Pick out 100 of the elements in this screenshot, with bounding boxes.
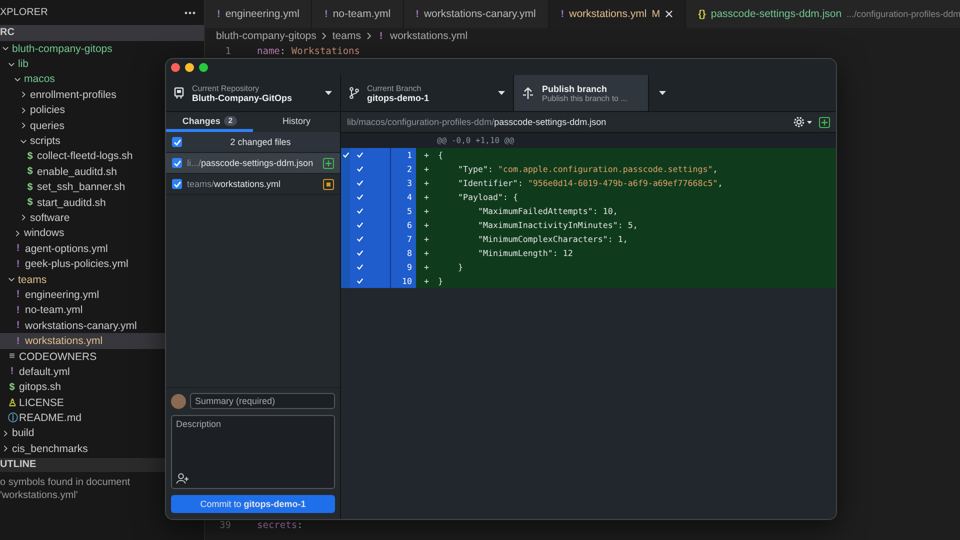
file-type-icon: ! [14, 304, 22, 316]
code-line: "Type": "com.apple.configuration.passcode.settings", [456, 163, 718, 176]
file-type-icon: $ [26, 166, 34, 178]
tree-item[interactable]: teams [0, 272, 204, 288]
tree-label: workstations-canary.yml [25, 320, 137, 332]
checkbox[interactable] [172, 179, 182, 189]
changed-file-item[interactable]: li.../passcode-settings-ddm.json [166, 153, 340, 174]
file-type-icon: ♙ [8, 396, 16, 409]
file-type-icon: $ [26, 197, 34, 208]
tree-label: scripts [30, 135, 60, 148]
line-number: 1 [390, 148, 416, 162]
breadcrumb-item[interactable]: bluth-company-gitops [216, 30, 316, 42]
editor-tab[interactable]: ! engineering.yml [205, 0, 312, 28]
file-type-icon: ! [14, 258, 22, 270]
tree-label: LICENSE [19, 396, 64, 409]
chevron-icon [2, 45, 9, 52]
file-type-icon: $ [26, 182, 34, 193]
chevron-icon [20, 122, 27, 130]
file-type-icon: ! [14, 289, 22, 300]
line-number: 7 [390, 232, 416, 246]
section-header[interactable]: RC [0, 25, 204, 41]
line-number: 5 [390, 204, 416, 218]
close-icon[interactable] [665, 10, 674, 18]
plus-square-icon [323, 158, 334, 168]
editor-tab[interactable]: ! workstations-canary.yml [404, 0, 549, 28]
diff-sign: + [423, 149, 430, 162]
code-line: secrets: [257, 520, 303, 530]
line-number: 3 [390, 176, 416, 190]
line-number: 9 [390, 260, 416, 274]
editor-tab[interactable]: {} passcode-settings-ddm.json .../configuration-profiles-ddm [686, 0, 960, 28]
close-window-button[interactable] [171, 62, 180, 72]
commit-button[interactable]: Commit to gitops-demo-1 [171, 495, 335, 513]
line-number: 1 [224, 46, 231, 56]
tree-item[interactable]: lib [0, 56, 204, 72]
chevron-icon [2, 445, 9, 452]
tree-item[interactable]: scripts [0, 133, 204, 149]
caret-icon [325, 91, 332, 95]
add-person-icon[interactable] [176, 473, 189, 484]
tree-item[interactable]: bluth-company-gitops [0, 41, 204, 56]
diff-sign: + [423, 247, 430, 260]
repository-icon [174, 87, 184, 99]
line-check-icon[interactable] [350, 148, 390, 162]
line-number: 2 [390, 162, 416, 176]
line-number: 39 [218, 520, 231, 530]
caret-icon [498, 91, 505, 95]
zoom-window-button[interactable] [199, 62, 208, 72]
code-line: "MaximumFailedAttempts": 10, [476, 205, 618, 218]
tree-label: CODEOWNERS [19, 350, 97, 362]
panel-tab[interactable]: History [253, 112, 340, 132]
hunk-check-icon[interactable] [342, 151, 350, 159]
tree-item[interactable]: software [0, 210, 204, 226]
tree-label: agent-options.yml [25, 242, 108, 255]
chevron-icon [8, 276, 15, 284]
checkbox[interactable] [172, 158, 182, 168]
publish-button[interactable]: Publish branch Publish this branch to ... [514, 75, 649, 111]
tree-item[interactable]: windows [0, 226, 204, 242]
chevron-icon [20, 91, 27, 98]
settings-icon[interactable] [793, 116, 813, 128]
file-type-icon: ! [14, 243, 22, 254]
selection-gutter[interactable] [341, 148, 350, 162]
more-icon[interactable] [184, 10, 196, 14]
tree-label: teams [18, 274, 47, 286]
diff-sign: + [423, 205, 430, 218]
editor-tab[interactable]: ! workstations.yml M [548, 0, 686, 28]
file-path: lib/macos/configuration-profiles-ddm/passcode-settings-ddm.json [347, 117, 608, 127]
code-line: "MinimumLength": 12 [476, 247, 573, 260]
file-type-icon: $ [8, 382, 16, 393]
tree-label: build [12, 427, 34, 440]
tree-label: enable_auditd.sh [37, 166, 117, 178]
line-number: 4 [390, 190, 416, 204]
breadcrumb-item[interactable]: teams [332, 30, 361, 42]
summary-field[interactable]: Summary (required) [190, 393, 335, 409]
diff-sign: + [423, 163, 430, 176]
file-type-icon: ⓘ [8, 411, 16, 426]
line-check-icon[interactable] [350, 274, 390, 288]
tree-label: bluth-company-gitops [12, 42, 112, 55]
branch-icon [349, 87, 359, 99]
tree-label: software [30, 212, 70, 224]
tree-label: geek-plus-policies.yml [25, 258, 128, 270]
code-line: "Payload": { [456, 191, 518, 204]
minimize-window-button[interactable] [185, 62, 194, 72]
editor-tab[interactable]: ! no-team.yml [312, 0, 404, 28]
changed-file-item[interactable]: teams/workstations.yml [166, 174, 340, 195]
add-file-icon[interactable] [819, 116, 830, 128]
breadcrumb-item[interactable]: workstations.yml [390, 30, 468, 42]
diff-sign: + [423, 191, 430, 204]
tree-label: no-team.yml [25, 304, 83, 316]
code-line: { [437, 149, 443, 162]
repository-button[interactable]: Current Repository Bluth-Company-GitOps [166, 75, 341, 111]
file-type-icon: $ [26, 150, 34, 162]
hunk-header: @@ -0,0 +1,10 @@ [437, 136, 514, 145]
tree-label: engineering.yml [25, 288, 100, 301]
line-number: 8 [390, 246, 416, 260]
tree-label: windows [24, 227, 64, 240]
checkbox[interactable] [172, 137, 182, 147]
changed-files-count: 2 changed files [229, 137, 292, 147]
description-field[interactable]: Description [171, 415, 335, 489]
chevron-icon [20, 106, 27, 114]
avatar [171, 394, 186, 408]
tree-label: macos [24, 73, 55, 86]
